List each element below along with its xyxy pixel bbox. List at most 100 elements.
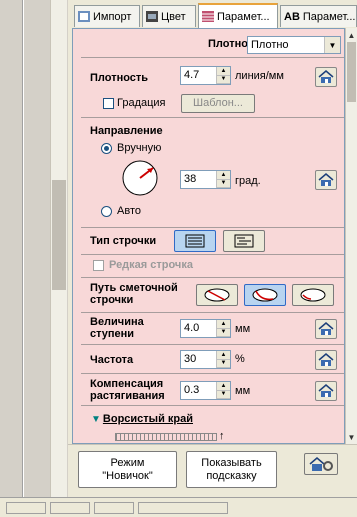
- direction-spinner[interactable]: 38 ▲ ▼: [180, 170, 231, 189]
- compensation-default-button[interactable]: [315, 381, 337, 401]
- expand-triangle-icon[interactable]: ▼: [91, 414, 101, 425]
- compensation-row: Компенсация растягивания 0.3 ▲ ▼ мм: [81, 374, 344, 406]
- auto-label: Авто: [117, 205, 141, 217]
- stitch-path-option-1[interactable]: [196, 284, 238, 306]
- house-settings-icon: [309, 457, 333, 471]
- status-bar: [0, 497, 357, 517]
- gradient-label: Градация: [117, 97, 166, 109]
- frequency-spinner[interactable]: 30 ▲ ▼: [180, 350, 231, 369]
- spin-up-icon[interactable]: ▲: [217, 171, 230, 180]
- gradient-checkbox[interactable]: [103, 98, 114, 109]
- step-value: 4.0: [184, 322, 200, 334]
- path-loop-icon: [252, 288, 278, 302]
- stitch-type-straight-button[interactable]: [174, 230, 216, 252]
- density-spinner[interactable]: 4.7 ▲ ▼: [180, 66, 231, 85]
- step-default-button[interactable]: [315, 319, 337, 339]
- auto-radio[interactable]: [101, 206, 112, 217]
- compensation-unit: мм: [235, 385, 251, 397]
- compensation-spinner[interactable]: 0.3 ▲ ▼: [180, 381, 231, 400]
- fringe-label: Ворсистый край: [102, 413, 193, 425]
- show-hints-button[interactable]: Показывать подсказку: [186, 451, 277, 488]
- density-label: Плотность: [90, 72, 149, 84]
- scroll-down-icon[interactable]: ▼: [346, 430, 357, 444]
- manual-label: Вручную: [117, 142, 162, 154]
- parallel-lines-icon: [185, 234, 205, 248]
- frequency-label: Частота: [90, 354, 134, 366]
- tab-bar: Импорт Цвет Парамет... AB Парамет...: [68, 0, 357, 28]
- path-loop-icon: [300, 288, 326, 302]
- stitch-path-label: Путь сметочной строчки: [90, 282, 178, 306]
- color-icon: [146, 11, 158, 22]
- up-arrow-icon: ↑: [219, 430, 225, 442]
- density-row: Плотность 4.7 ▲ ▼ линия/мм Градация Шабло…: [81, 58, 344, 118]
- parallel-lines-alt-icon: [234, 234, 254, 248]
- novice-mode-button[interactable]: Режим "Новичок": [78, 451, 177, 488]
- stitch-path-label-2: строчки: [90, 294, 134, 306]
- step-label-1: Величина: [90, 316, 144, 328]
- house-icon: [318, 353, 334, 366]
- stitch-type-alt-button[interactable]: [223, 230, 265, 252]
- angle-dial[interactable]: [121, 159, 159, 197]
- panel-scroll-thumb[interactable]: [347, 42, 356, 102]
- frequency-default-button[interactable]: [315, 350, 337, 370]
- import-icon: [78, 11, 90, 22]
- compensation-label-1: Компенсация: [90, 378, 164, 390]
- tab-color-label: Цвет: [161, 10, 186, 23]
- density-select[interactable]: Плотно ▼: [247, 36, 341, 54]
- direction-label: Направление: [90, 125, 163, 137]
- defaults-settings-button[interactable]: [304, 453, 338, 475]
- direction-value: 38: [184, 173, 197, 185]
- tab-params-1[interactable]: Парамет...: [198, 3, 278, 28]
- show-hints-label-2: подсказку: [206, 469, 257, 482]
- status-cell-1: [6, 502, 46, 514]
- spin-down-icon[interactable]: ▼: [217, 359, 230, 368]
- chevron-down-icon[interactable]: ▼: [324, 37, 340, 53]
- spin-down-icon[interactable]: ▼: [217, 179, 230, 188]
- stitch-path-option-2[interactable]: [244, 284, 286, 306]
- spin-down-icon[interactable]: ▼: [217, 75, 230, 84]
- house-icon: [318, 70, 334, 83]
- tab-import[interactable]: Импорт: [74, 5, 140, 27]
- tab-params-2[interactable]: AB Парамет...: [280, 5, 357, 27]
- panel-scrollbar[interactable]: ▲ ▼: [345, 28, 357, 444]
- spin-up-icon[interactable]: ▲: [217, 320, 230, 329]
- spin-down-icon[interactable]: ▼: [217, 390, 230, 399]
- spin-down-icon[interactable]: ▼: [217, 328, 230, 337]
- scroll-up-icon[interactable]: ▲: [346, 28, 357, 42]
- left-scroll-thumb[interactable]: [52, 180, 66, 290]
- stitch-path-option-3[interactable]: [292, 284, 334, 306]
- density-select-value: Плотно: [251, 39, 289, 51]
- manual-radio[interactable]: [101, 143, 112, 154]
- show-hints-label-1: Показывать: [201, 456, 262, 469]
- stitch-path-row: Путь сметочной строчки: [81, 278, 344, 313]
- density-default-button[interactable]: [315, 67, 337, 87]
- stitch-path-label-1: Путь сметочной: [90, 282, 178, 294]
- tab-params-1-label: Парамет...: [217, 10, 270, 23]
- density-unit: линия/мм: [235, 70, 284, 82]
- sparse-stitch-row: Редкая строчка: [81, 255, 344, 278]
- left-scrollbar[interactable]: [50, 0, 67, 497]
- frequency-row: Частота 30 ▲ ▼ %: [81, 345, 344, 374]
- fringe-section-header[interactable]: ▼ Ворсистый край: [91, 413, 193, 425]
- spin-up-icon[interactable]: ▲: [217, 382, 230, 391]
- fringe-preview: [115, 433, 217, 441]
- step-spinner[interactable]: 4.0 ▲ ▼: [180, 319, 231, 338]
- step-row: Величина ступени 4.0 ▲ ▼ мм: [81, 313, 344, 345]
- sparse-stitch-checkbox[interactable]: [93, 260, 104, 271]
- novice-mode-label: Режим "Новичок": [102, 457, 153, 483]
- step-label-2: ступени: [90, 328, 135, 340]
- stitch-type-label: Тип строчки: [90, 235, 157, 247]
- show-hints-label: Показывать подсказку: [201, 457, 261, 483]
- compensation-value: 0.3: [184, 384, 200, 396]
- spin-up-icon[interactable]: ▲: [217, 67, 230, 76]
- sparse-stitch-label: Редкая строчка: [109, 259, 193, 271]
- direction-default-button[interactable]: [315, 170, 337, 190]
- status-cell-2: [50, 502, 90, 514]
- spin-up-icon[interactable]: ▲: [217, 351, 230, 360]
- path-loop-icon: [204, 288, 230, 302]
- tab-color[interactable]: Цвет: [142, 5, 196, 27]
- template-button[interactable]: Шаблон...: [181, 94, 255, 113]
- compensation-label-2: растягивания: [90, 390, 165, 402]
- frequency-value: 30: [184, 353, 197, 365]
- house-icon: [318, 384, 334, 397]
